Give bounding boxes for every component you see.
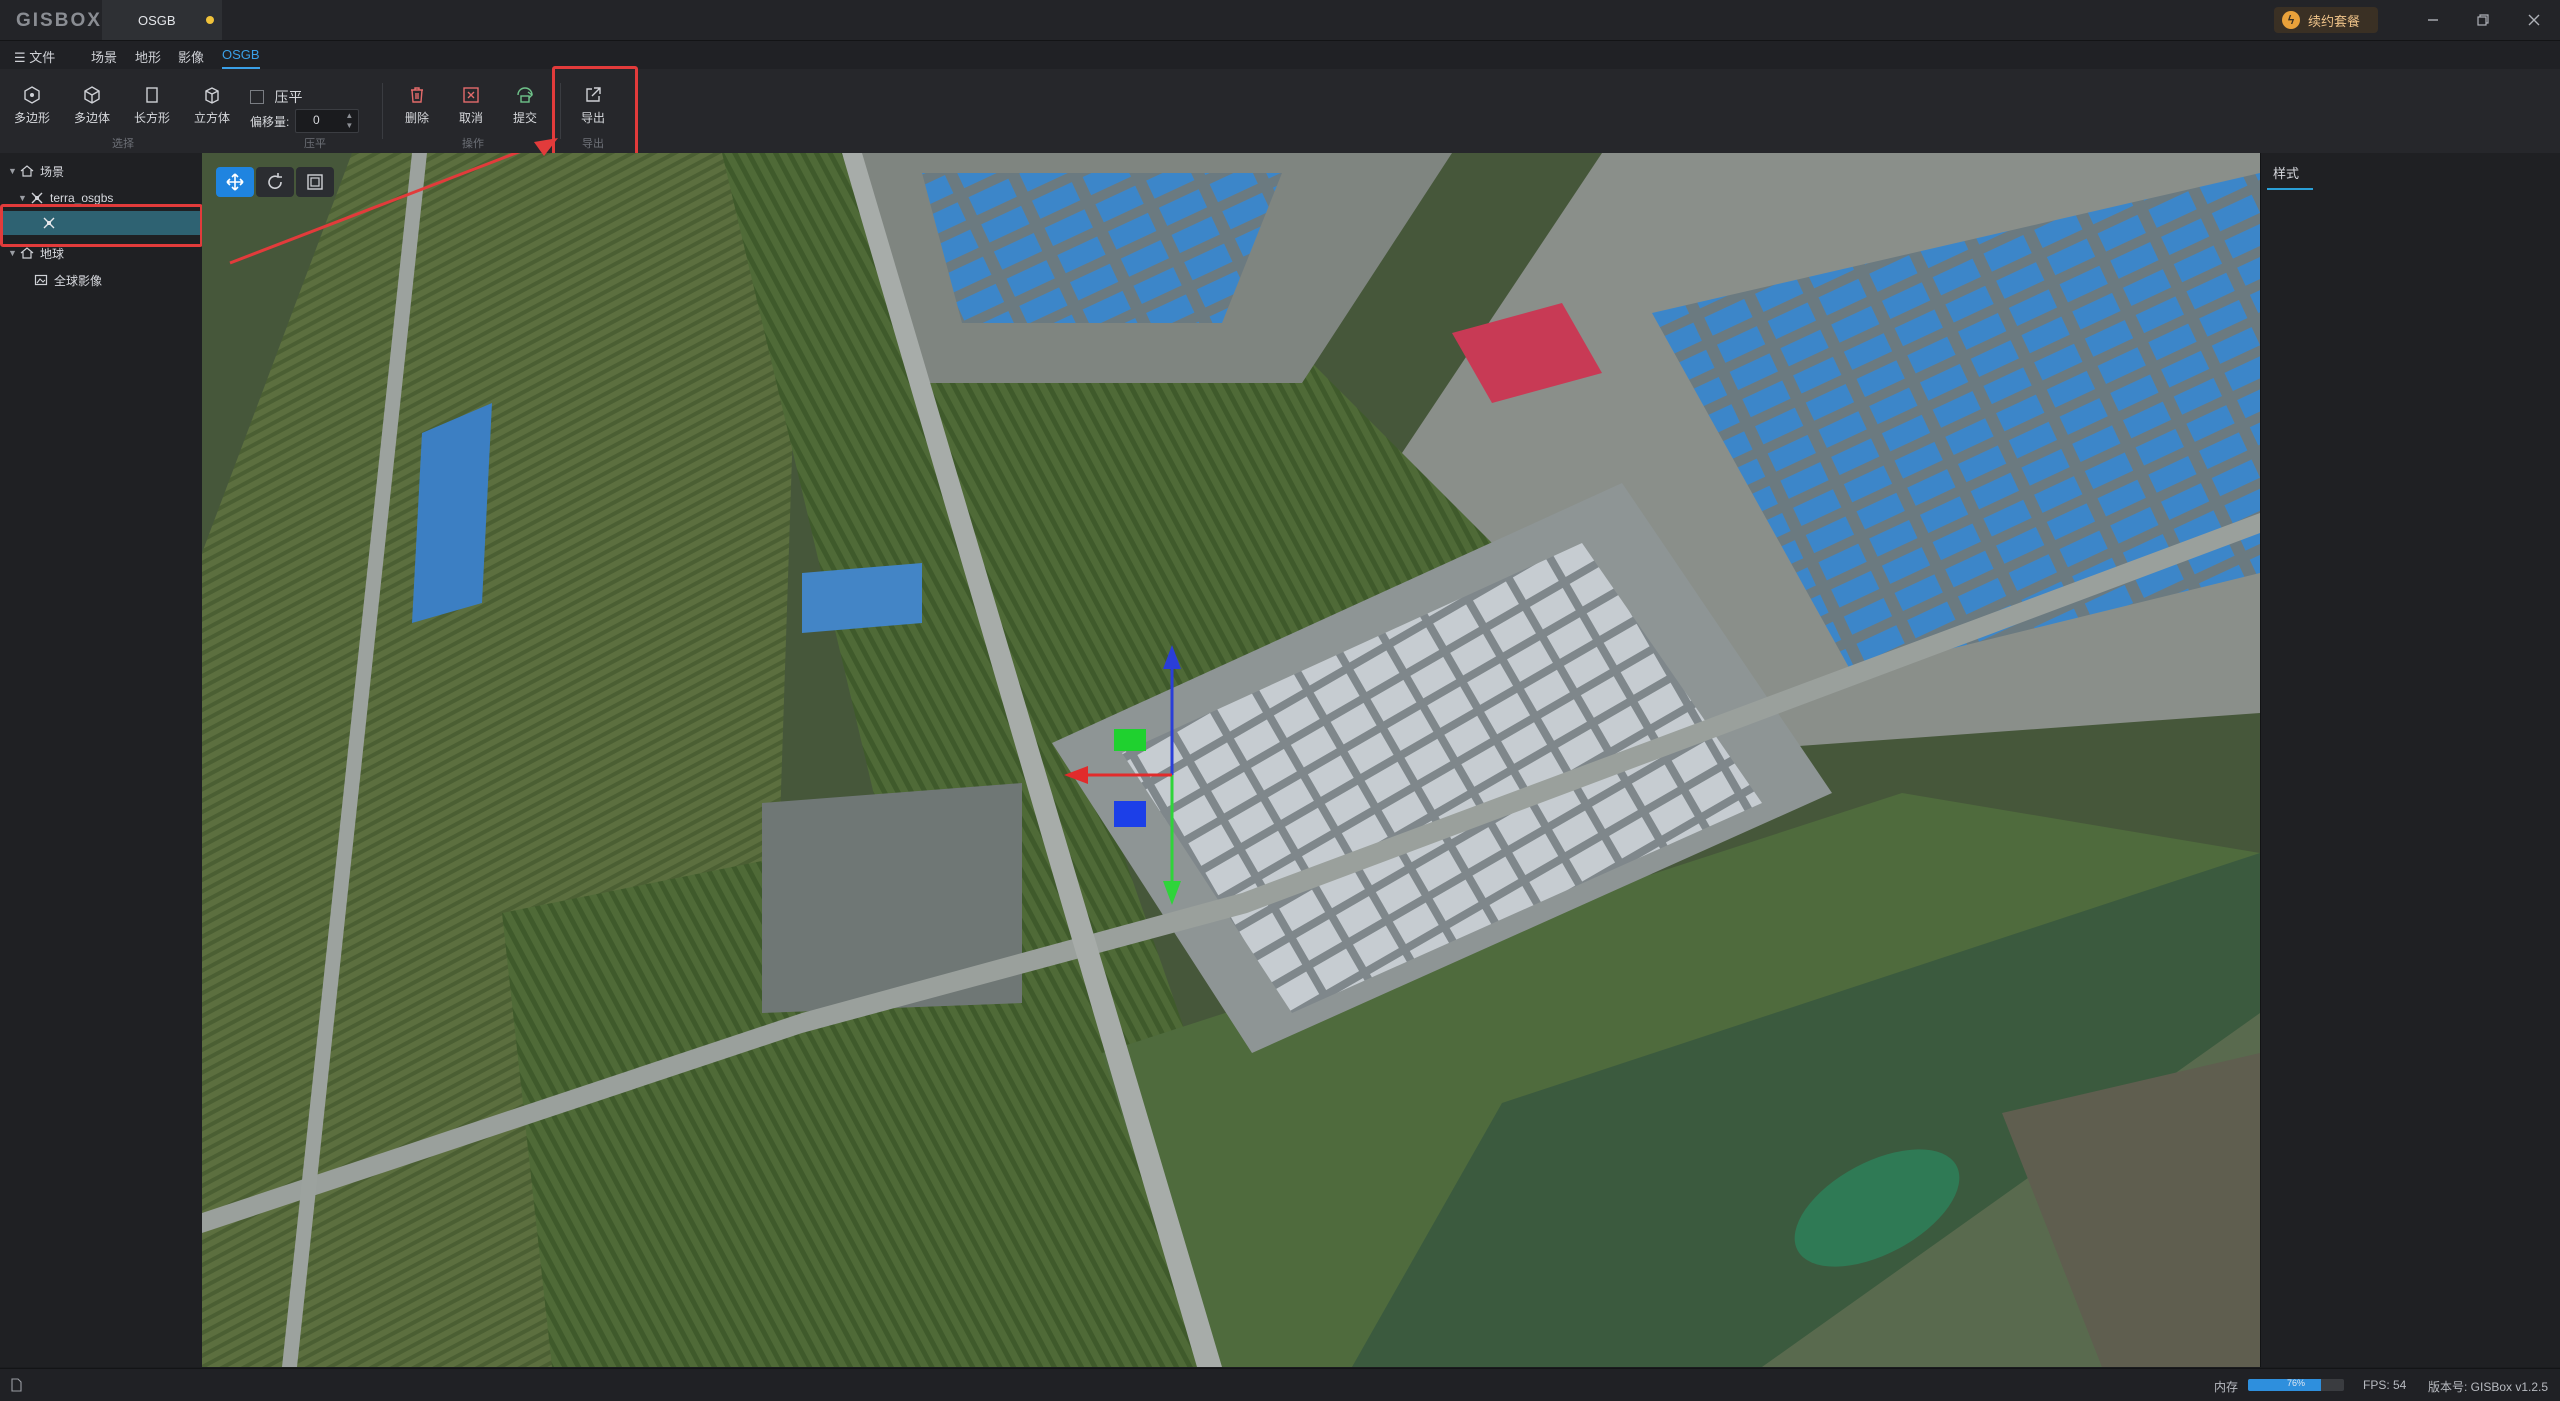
cancel-label: 取消: [458, 111, 483, 125]
cuboid-label: 立方体: [193, 111, 230, 125]
minimize-icon: [2428, 19, 2438, 21]
close-icon: [2528, 14, 2540, 26]
memory-label: 内存: [2214, 1380, 2239, 1394]
memory-bar: 76%: [2248, 1379, 2344, 1391]
submit-label: 提交: [512, 111, 537, 125]
chevron-down-icon[interactable]: ▼: [8, 248, 20, 258]
close-button[interactable]: [2518, 6, 2550, 34]
menu-osgb[interactable]: OSGB: [222, 47, 260, 69]
submit-icon: [517, 87, 534, 103]
scene-tree-panel: ▼ 场景 ▼ terra_osgbs ▼ 地球 全球影像: [0, 153, 203, 1367]
document-tab-label: OSGB: [138, 12, 176, 28]
image-icon: [34, 274, 48, 286]
delete-icon: [411, 87, 423, 103]
file-menu-label: 文件: [29, 50, 56, 65]
tree-item-layer-label: terra_osgbs: [50, 191, 114, 205]
app-logo: GISBOX: [16, 10, 102, 31]
cancel-button[interactable]: 取消: [441, 85, 501, 137]
properties-panel: 样式: [2260, 153, 2560, 1367]
polyhedron-label: 多边体: [73, 111, 110, 125]
restore-icon: [2477, 14, 2489, 26]
polyhedron-icon: [84, 86, 100, 104]
model-icon: [31, 192, 43, 204]
rectangle-icon: [146, 87, 158, 103]
restore-button[interactable]: [2467, 6, 2499, 34]
offset-label: 偏移量:: [250, 114, 290, 129]
chevron-down-icon[interactable]: ▼: [18, 193, 30, 203]
renew-plan-button[interactable]: ϟ 续约套餐: [2274, 7, 2378, 33]
title-bar: GISBOX OSGB ϟ 续约套餐: [0, 0, 2560, 41]
offset-input[interactable]: [296, 110, 337, 130]
tab-style[interactable]: 样式: [2266, 163, 2314, 190]
memory-percent: 76%: [2286, 1379, 2305, 1388]
offset-stepper[interactable]: ▲ ▼: [342, 111, 356, 131]
cuboid-button[interactable]: 立方体: [182, 85, 242, 137]
rectangle-label: 长方形: [133, 111, 170, 125]
tree-item-imagery-label: 全球影像: [54, 273, 103, 288]
annotation-arrow: [229, 153, 521, 265]
gizmo[interactable]: [1062, 645, 1282, 905]
unsaved-indicator: [206, 16, 214, 24]
polygon-button[interactable]: 多边形: [2, 85, 62, 137]
document-tab[interactable]: OSGB: [102, 0, 222, 40]
offset-input-box: ▲▼: [295, 109, 360, 133]
home-icon: [20, 165, 34, 177]
checkbox-box[interactable]: [250, 90, 264, 104]
flatten-checkbox[interactable]: 压平: [250, 87, 302, 107]
rectangle-button[interactable]: 长方形: [122, 85, 182, 137]
group-label-operate: 操作: [462, 138, 484, 150]
hamburger-icon: ☰: [14, 50, 26, 65]
group-label-select: 选择: [112, 138, 134, 150]
annotation-arrow-head: [534, 138, 558, 156]
fps-readout: FPS: 54: [2363, 1378, 2407, 1392]
cuboid-icon: [205, 87, 219, 104]
menu-bar: ☰ 文件 场景 地形 影像 OSGB: [0, 41, 2560, 69]
renew-plan-label: 续约套餐: [2308, 13, 2361, 29]
group-label-flatten: 压平: [304, 138, 326, 150]
flatten-label: 压平: [274, 89, 303, 105]
delete-label: 删除: [404, 111, 429, 125]
ribbon-toolbar: 多边形 多边体 长方形 立方体 选择 压平 偏移量: ▲▼ 压平 删除 取消 提…: [0, 69, 2560, 154]
lightning-icon: ϟ: [2282, 11, 2300, 29]
tree-item-scene-label: 场景: [40, 164, 65, 179]
tree-item-earth-label: 地球: [40, 246, 65, 261]
offset-row: 偏移量: ▲▼: [250, 109, 360, 133]
file-icon: [11, 1378, 22, 1392]
menu-terrain[interactable]: 地形: [135, 47, 161, 66]
menu-scene[interactable]: 场景: [91, 47, 117, 66]
selected-item-highlight-box: [0, 204, 203, 247]
cancel-icon: [463, 87, 479, 103]
polyhedron-button[interactable]: 多边体: [62, 85, 122, 137]
polygon-label: 多边形: [13, 111, 50, 125]
menu-imagery[interactable]: 影像: [178, 47, 204, 66]
file-menu[interactable]: ☰ 文件: [14, 47, 55, 66]
map-viewport[interactable]: [202, 153, 2260, 1367]
version-label: 版本号: GISBox v1.2.5: [2428, 1380, 2549, 1394]
home-icon: [20, 247, 34, 259]
tree-item-imagery[interactable]: 全球影像: [34, 268, 102, 292]
status-bar: 内存 76% FPS: 54 版本号: GISBox v1.2.5: [0, 1368, 2560, 1401]
polygon-icon: [24, 86, 40, 104]
toolbar-separator: [382, 83, 383, 139]
tree-item-scene[interactable]: ▼ 场景: [8, 159, 64, 183]
minimize-button[interactable]: [2417, 6, 2449, 34]
delete-button[interactable]: 删除: [387, 85, 447, 137]
chevron-down-icon[interactable]: ▼: [8, 166, 20, 176]
